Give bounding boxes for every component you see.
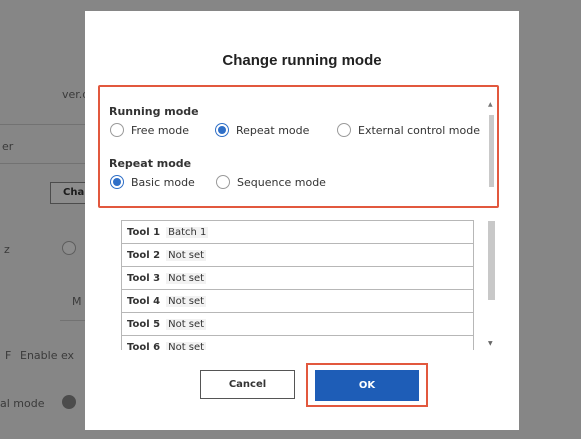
tool-value: Batch 1 [166,226,209,238]
table-row[interactable]: Tool 4 Not set [122,290,473,313]
radio-selected-icon[interactable] [215,123,229,137]
tool-value: Not set [166,249,207,261]
table-row[interactable]: Tool 1 Batch 1 [122,221,473,244]
tool-name: Tool 2 [127,249,161,261]
repeat-mode-label: Repeat mode [109,157,192,170]
tool-value: Not set [166,318,207,330]
option-label: External control mode [358,123,480,137]
radio-unselected-icon[interactable] [216,175,230,189]
radio-basic-mode[interactable]: Basic mode [110,175,195,189]
tool-list: Tool 1 Batch 1 Tool 2 Not set Tool 3 Not… [121,220,474,350]
table-row[interactable]: Tool 3 Not set [122,267,473,290]
radio-external-control-mode[interactable]: External control mode [337,123,480,137]
radio-repeat-mode[interactable]: Repeat mode [215,123,309,137]
table-row[interactable]: Tool 2 Not set [122,244,473,267]
tool-value: Not set [166,341,207,350]
change-running-mode-dialog: Change running mode Running mode Free mo… [85,11,519,430]
option-label: Sequence mode [237,175,326,189]
running-mode-label: Running mode [109,105,199,118]
ok-button[interactable]: OK [315,370,419,401]
radio-selected-icon[interactable] [110,175,124,189]
tool-value: Not set [166,272,207,284]
table-row[interactable]: Tool 5 Not set [122,313,473,336]
dialog-title: Change running mode [222,52,382,69]
table-row[interactable]: Tool 6 Not set [122,336,473,350]
mode-settings-highlight: Running mode Free mode Repeat mode Exter… [98,85,499,208]
radio-sequence-mode[interactable]: Sequence mode [216,175,326,189]
scroll-down-icon[interactable]: ▼ [488,340,493,347]
tool-name: Tool 3 [127,272,161,284]
tool-name: Tool 1 [127,226,161,238]
tool-value: Not set [166,295,207,307]
scrollbar-thumb[interactable] [489,115,494,187]
option-label: Basic mode [131,175,195,189]
scroll-up-icon[interactable]: ▲ [488,101,493,108]
option-label: Free mode [131,123,190,137]
tool-name: Tool 4 [127,295,161,307]
tool-name: Tool 6 [127,341,161,351]
radio-unselected-icon[interactable] [337,123,351,137]
cancel-button[interactable]: Cancel [200,370,295,399]
tool-name: Tool 5 [127,318,161,330]
radio-free-mode[interactable]: Free mode [110,123,189,137]
tool-list-scrollbar[interactable]: ▼ [487,221,496,347]
radio-unselected-icon[interactable] [110,123,124,137]
scrollbar-thumb[interactable] [488,221,495,300]
option-label: Repeat mode [236,123,310,137]
mode-scrollbar[interactable]: ▲ [488,101,494,205]
